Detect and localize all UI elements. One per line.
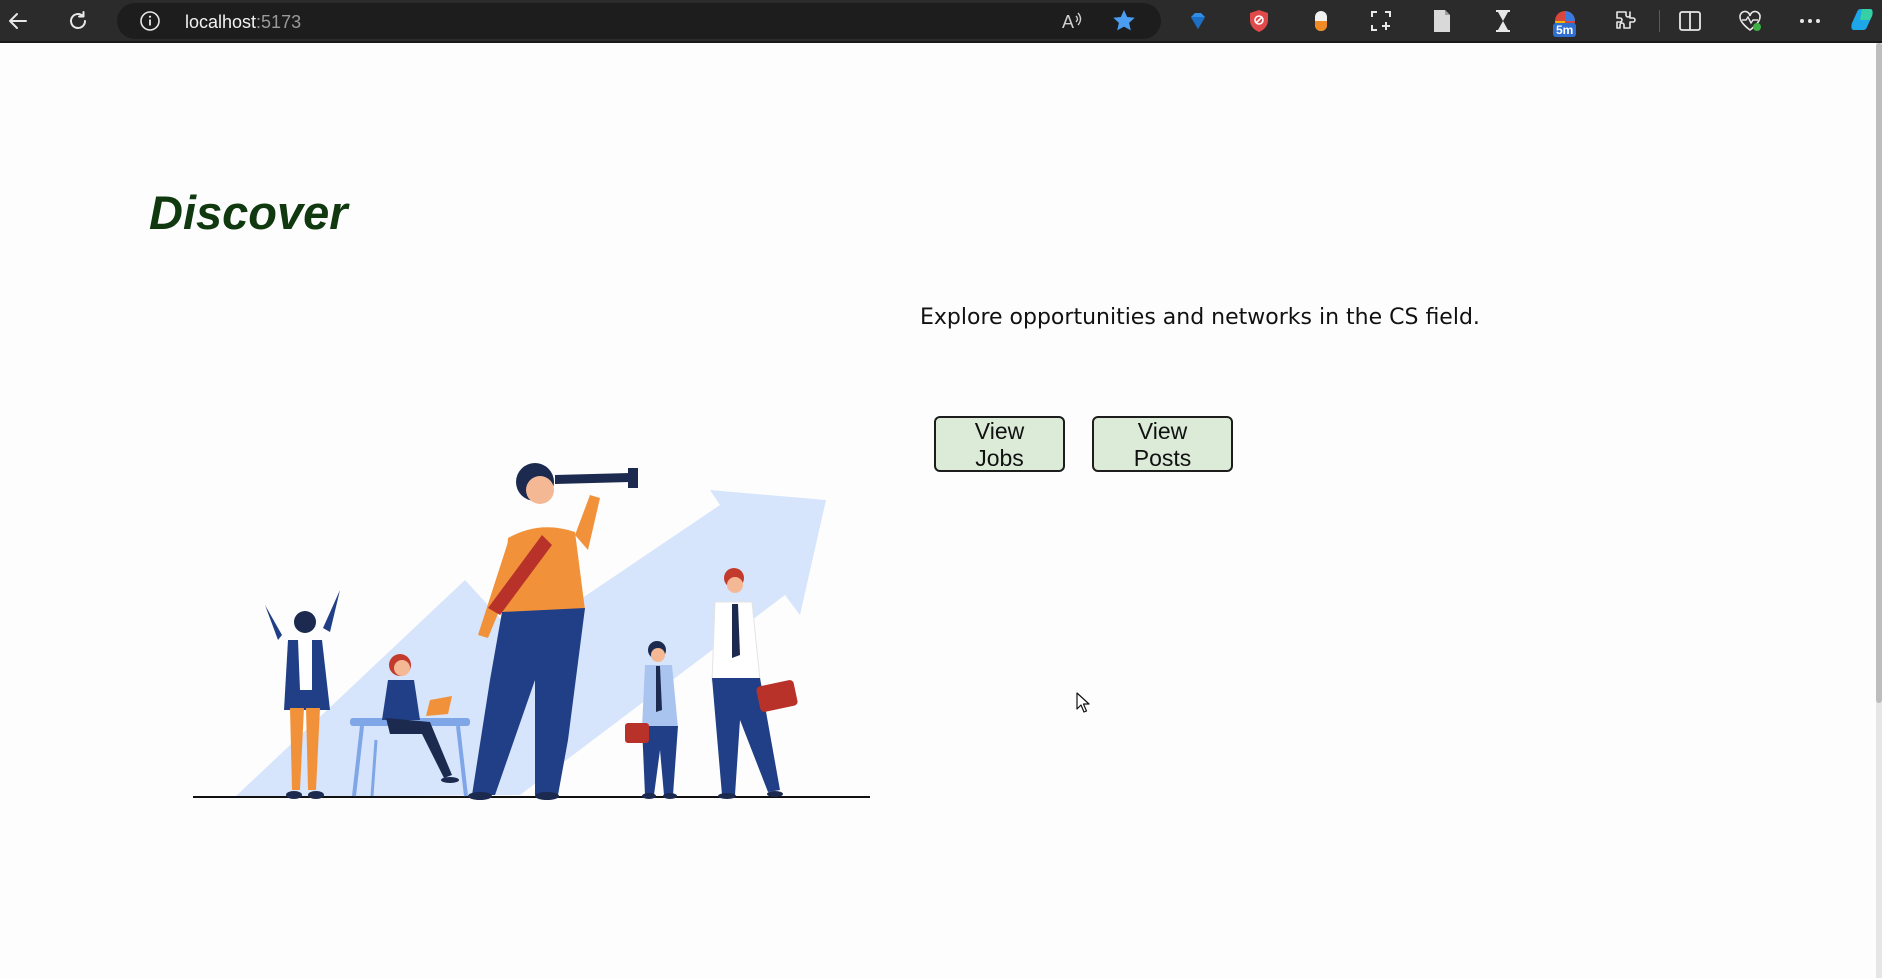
copilot-icon[interactable] bbox=[1848, 6, 1878, 36]
address-port: :5173 bbox=[256, 12, 302, 32]
document-icon[interactable] bbox=[1427, 6, 1457, 36]
toolbar-divider bbox=[1659, 10, 1660, 32]
browser-toolbar: localhost:5173 A 5m bbox=[0, 0, 1882, 43]
more-icon[interactable] bbox=[1795, 6, 1825, 36]
refresh-icon[interactable] bbox=[61, 4, 95, 38]
view-jobs-button[interactable]: View Jobs bbox=[934, 416, 1065, 472]
address-url[interactable]: localhost:5173 bbox=[185, 12, 301, 33]
split-screen-icon[interactable] bbox=[1675, 6, 1705, 36]
tracker-badge: 5m bbox=[1553, 23, 1577, 37]
extensions-icon[interactable] bbox=[1610, 6, 1640, 36]
pill-extension-icon[interactable] bbox=[1306, 6, 1336, 36]
read-aloud-icon[interactable]: A bbox=[1057, 6, 1087, 36]
hero-tagline: Explore opportunities and networks in th… bbox=[920, 305, 1480, 330]
back-icon[interactable] bbox=[1, 4, 35, 38]
browser-health-icon[interactable] bbox=[1735, 6, 1765, 36]
scrollbar-thumb[interactable] bbox=[1876, 43, 1882, 703]
address-host: localhost bbox=[185, 12, 257, 32]
hero-illustration bbox=[193, 463, 870, 800]
mouse-cursor-icon bbox=[1076, 692, 1090, 713]
page-scrollbar[interactable] bbox=[1876, 43, 1882, 978]
info-icon[interactable] bbox=[139, 10, 161, 37]
shield-extension-icon[interactable] bbox=[1244, 6, 1274, 36]
screenshot-icon[interactable] bbox=[1366, 6, 1396, 36]
gem-extension-icon[interactable] bbox=[1183, 6, 1213, 36]
address-bar[interactable]: localhost:5173 A bbox=[117, 3, 1161, 39]
hourglass-icon[interactable] bbox=[1488, 6, 1518, 36]
page-title: Discover bbox=[149, 186, 348, 239]
favorite-star-icon[interactable] bbox=[1109, 6, 1139, 36]
view-posts-button[interactable]: View Posts bbox=[1092, 416, 1233, 472]
svg-text:A: A bbox=[1062, 12, 1074, 32]
